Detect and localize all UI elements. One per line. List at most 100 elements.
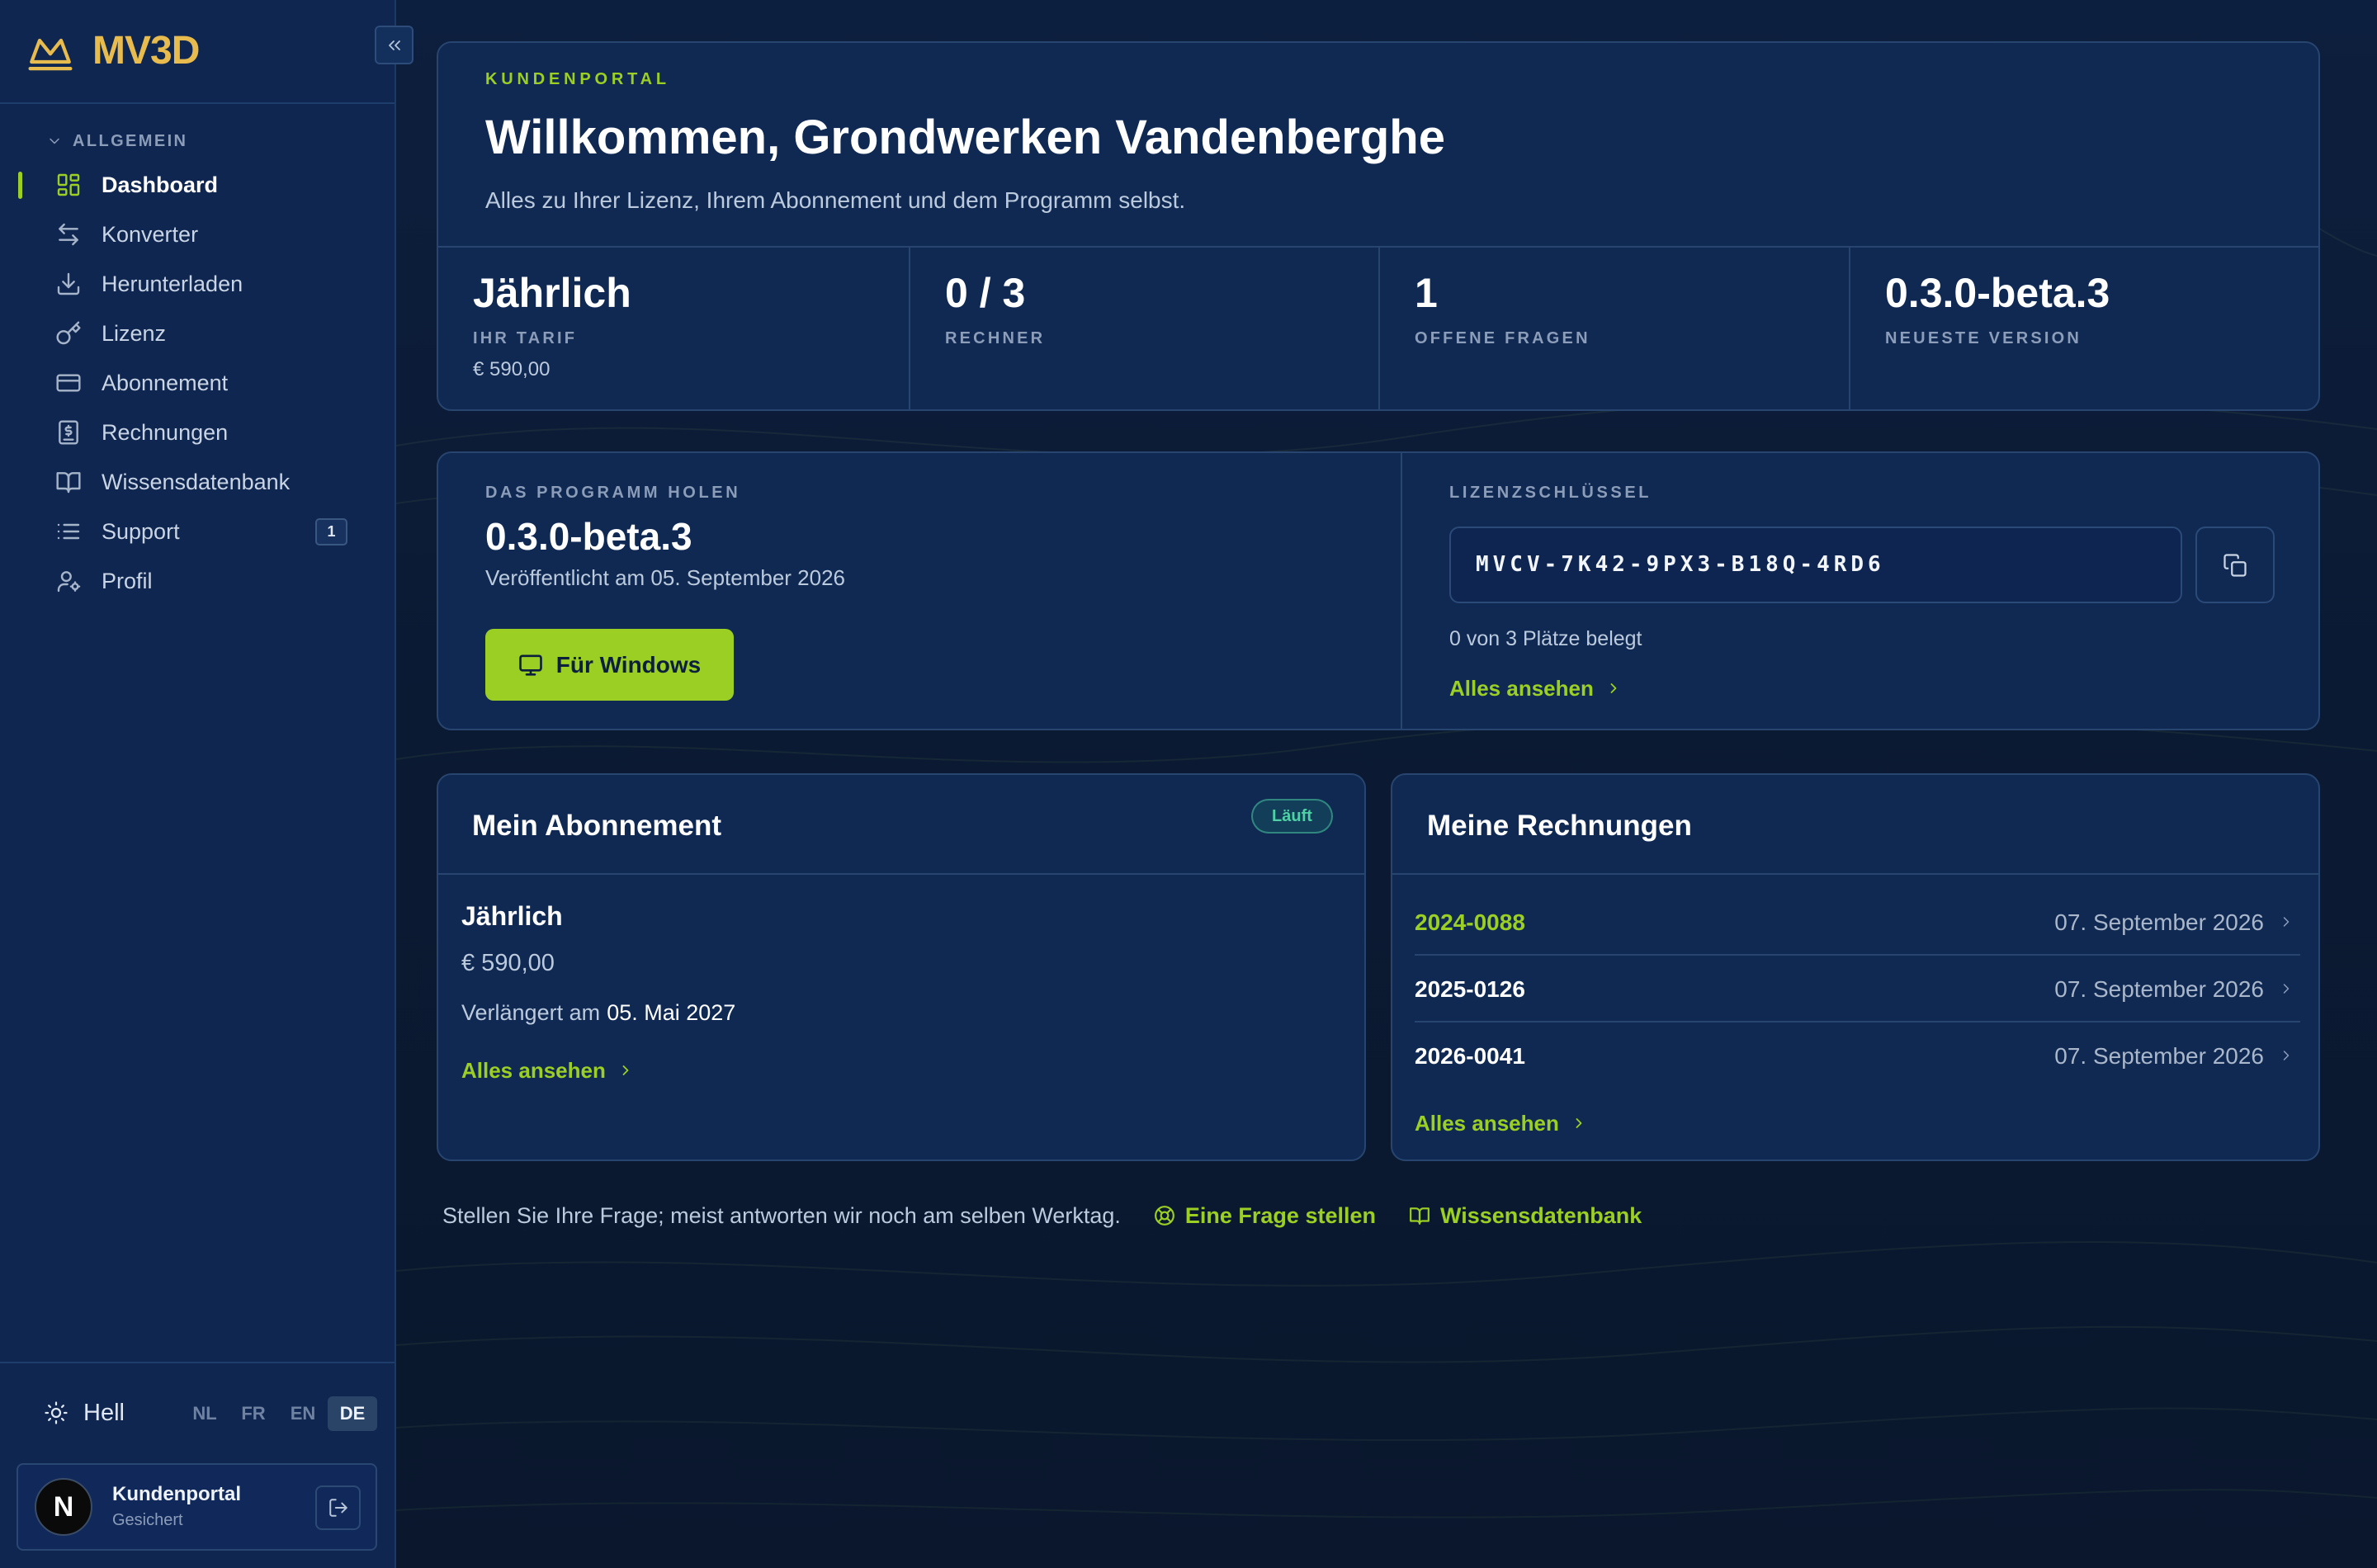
renewal-prefix: Verlängert am — [461, 1000, 601, 1025]
list-icon — [57, 523, 80, 540]
stat-latest-version: 0.3.0-beta.3 NEUESTE VERSION — [1849, 248, 2319, 411]
book-open-icon — [56, 472, 81, 494]
user-cog-icon — [57, 571, 81, 593]
sidebar-item-support[interactable]: Support 1 — [0, 508, 395, 555]
arrow-left-right-icon — [59, 223, 78, 246]
avatar[interactable]: N — [35, 1478, 92, 1536]
theme-label: Hell — [83, 1399, 125, 1426]
stat-plan: Jährlich IHR TARIF € 590,00 — [438, 248, 909, 411]
download-button-label: Für Windows — [555, 651, 702, 678]
active-indicator — [18, 172, 22, 199]
invoice-number: 2025-0126 — [1415, 976, 1525, 1002]
sidebar-item-subscription[interactable]: Abonnement — [0, 360, 395, 406]
theme-toggle[interactable]: Hell — [44, 1395, 125, 1431]
download-windows-button[interactable]: Für Windows — [485, 629, 734, 701]
license-view-all-link[interactable]: Alles ansehen — [1449, 676, 1622, 701]
stat-label: OFFENE FRAGEN — [1415, 329, 1590, 347]
logo-text: MV3D — [92, 29, 200, 73]
collapse-sidebar-button[interactable] — [375, 26, 413, 64]
chevron-right-icon — [2283, 917, 2290, 927]
divider — [1401, 453, 1402, 729]
sidebar-item-knowledge-base[interactable]: Wissensdatenbank — [0, 459, 395, 505]
copy-license-key-button[interactable] — [2195, 527, 2275, 603]
subscription-price: € 590,00 — [461, 950, 555, 976]
view-all-label: Alles ansehen — [1449, 675, 1594, 701]
language-fr[interactable]: FR — [234, 1396, 272, 1431]
book-open-icon — [1410, 1207, 1430, 1225]
subscription-title: Mein Abonnement — [472, 810, 722, 842]
invoice-number: 2024-0088 — [1415, 909, 1525, 935]
ask-question-label: Eine Frage stellen — [1184, 1202, 1376, 1228]
sidebar-item-label: Lizenz — [102, 321, 167, 346]
key-icon — [56, 321, 81, 345]
view-all-label: Alles ansehen — [461, 1057, 606, 1083]
subscription-renewal: Verlängert am 05. Mai 2027 — [461, 999, 735, 1027]
subscription-view-all-link[interactable]: Alles ansehen — [461, 1058, 634, 1083]
subscription-plan: Jährlich — [461, 901, 563, 931]
sidebar-item-dashboard[interactable]: Dashboard — [0, 162, 395, 208]
logo[interactable]: MV3D — [27, 25, 242, 78]
download-version: 0.3.0-beta.3 — [485, 515, 692, 558]
copy-icon — [2223, 553, 2247, 577]
invoice-row[interactable]: 2026-0041 07. September 2026 — [1415, 1023, 2300, 1089]
download-eyebrow: DAS PROGRAMM HOLEN — [485, 484, 741, 502]
ask-question-link[interactable]: Eine Frage stellen — [1154, 1203, 1376, 1229]
welcome-card: KUNDENPORTAL Willkommen, Grondwerken Van… — [437, 41, 2320, 411]
stat-value: 0.3.0-beta.3 — [1885, 270, 2110, 316]
nav-section-label: ALLGEMEIN — [73, 132, 188, 150]
lifebuoy-icon — [1154, 1206, 1174, 1226]
chevron-right-icon — [1576, 1118, 1582, 1128]
welcome-eyebrow: KUNDENPORTAL — [485, 70, 670, 88]
language-de[interactable]: DE — [328, 1396, 377, 1431]
knowledge-base-link[interactable]: Wissensdatenbank — [1409, 1203, 1642, 1229]
invoice-date: 07. September 2026 — [2054, 909, 2264, 935]
release-date: Veröffentlicht am 05. September 2026 — [485, 565, 846, 590]
invoice-date: 07. September 2026 — [2054, 1043, 2264, 1069]
page-subtitle: Alles zu Ihrer Lizenz, Ihrem Abonnement … — [485, 187, 1186, 213]
sidebar-item-label: Support — [102, 519, 180, 544]
invoice-row[interactable]: 2025-0126 07. September 2026 — [1415, 956, 2300, 1023]
invoices-view-all-link[interactable]: Alles ansehen — [1415, 1111, 1587, 1136]
stats-row: Jährlich IHR TARIF € 590,00 0 / 3 RECHNE… — [438, 246, 2319, 411]
sidebar-item-converter[interactable]: Konverter — [0, 211, 395, 257]
sidebar-item-download[interactable]: Herunterladen — [0, 261, 395, 307]
nav-section-general[interactable]: ALLGEMEIN — [46, 129, 294, 153]
divider — [438, 873, 1364, 875]
sidebar-item-label: Herunterladen — [102, 272, 243, 296]
sidebar-item-label: Abonnement — [102, 371, 229, 395]
chevron-right-icon — [2283, 1051, 2290, 1060]
license-key-field[interactable]: MVCV-7K42-9PX3-B18Q-4RD6 — [1449, 527, 2182, 603]
stat-label: RECHNER — [945, 329, 1046, 347]
stat-value: 1 — [1415, 270, 1438, 316]
download-icon — [57, 272, 80, 295]
chevron-right-icon — [2283, 984, 2290, 994]
receipt-icon — [59, 420, 78, 445]
knowledge-base-label: Wissensdatenbank — [1439, 1202, 1642, 1228]
sidebar-item-profile[interactable]: Profil — [0, 558, 395, 604]
license-eyebrow: LIZENZSCHLÜSSEL — [1449, 484, 1652, 502]
subscription-card: Mein Abonnement Läuft Jährlich € 590,00 … — [437, 773, 1366, 1161]
stat-value: Jährlich — [473, 270, 631, 316]
chevron-down-icon — [50, 138, 59, 144]
crown-logo-icon — [28, 38, 73, 71]
sidebar-item-invoices[interactable]: Rechnungen — [0, 409, 395, 456]
stat-label: IHR TARIF — [473, 329, 578, 347]
logout-button[interactable] — [315, 1485, 361, 1530]
invoices-card: Meine Rechnungen 2024-0088 07. September… — [1391, 773, 2320, 1161]
sidebar-item-license[interactable]: Lizenz — [0, 310, 395, 357]
sidebar: MV3D ALLGEMEIN Dashboard Konverter Herun… — [0, 0, 396, 1568]
license-key: MVCV-7K42-9PX3-B18Q-4RD6 — [1476, 552, 1885, 577]
stat-open-questions: 1 OFFENE FRAGEN — [1378, 248, 1849, 411]
user-name: Kundenportal — [112, 1483, 241, 1505]
status-badge: Läuft — [1251, 799, 1333, 834]
invoice-row[interactable]: 2024-0088 07. September 2026 — [1415, 889, 2300, 956]
renewal-date: 05. Mai 2027 — [607, 1000, 736, 1025]
support-hint: Stellen Sie Ihre Frage; meist antworten … — [442, 1202, 1121, 1228]
stat-value: 0 / 3 — [945, 270, 1026, 316]
support-footer: Stellen Sie Ihre Frage; meist antworten … — [442, 1199, 1642, 1232]
dashboard-icon — [57, 173, 80, 196]
language-nl[interactable]: NL — [186, 1396, 224, 1431]
stat-computers: 0 / 3 RECHNER — [909, 248, 1379, 411]
language-en[interactable]: EN — [284, 1396, 322, 1431]
chevron-right-icon — [1610, 683, 1617, 693]
